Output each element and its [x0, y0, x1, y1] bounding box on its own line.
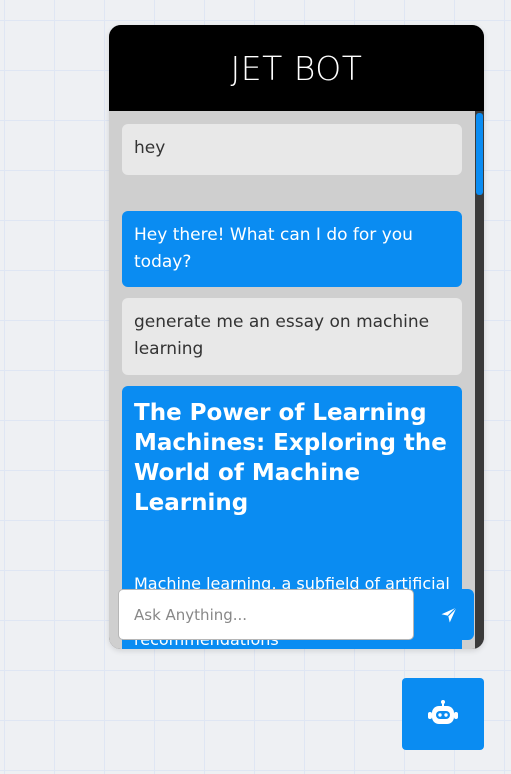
- send-icon: [441, 606, 457, 622]
- chat-header-title: JET BOT: [109, 25, 484, 111]
- chat-input[interactable]: [118, 589, 414, 640]
- chat-input-row: [118, 589, 475, 640]
- user-message: generate me an essay on machine learning: [122, 298, 462, 375]
- chat-window: JET BOT hey Hey there! What can I do for…: [109, 25, 484, 649]
- scrollbar-thumb[interactable]: [476, 113, 483, 195]
- message-scrollbar[interactable]: [475, 111, 484, 649]
- user-message: hey: [122, 124, 462, 175]
- bot-message: Hey there! What can I do for you today?: [122, 211, 462, 287]
- chatbot-launcher-button[interactable]: [402, 678, 484, 750]
- message-list[interactable]: hey Hey there! What can I do for you tod…: [109, 111, 475, 649]
- robot-icon: [428, 700, 458, 724]
- essay-title: The Power of Learning Machines: Explorin…: [134, 400, 447, 516]
